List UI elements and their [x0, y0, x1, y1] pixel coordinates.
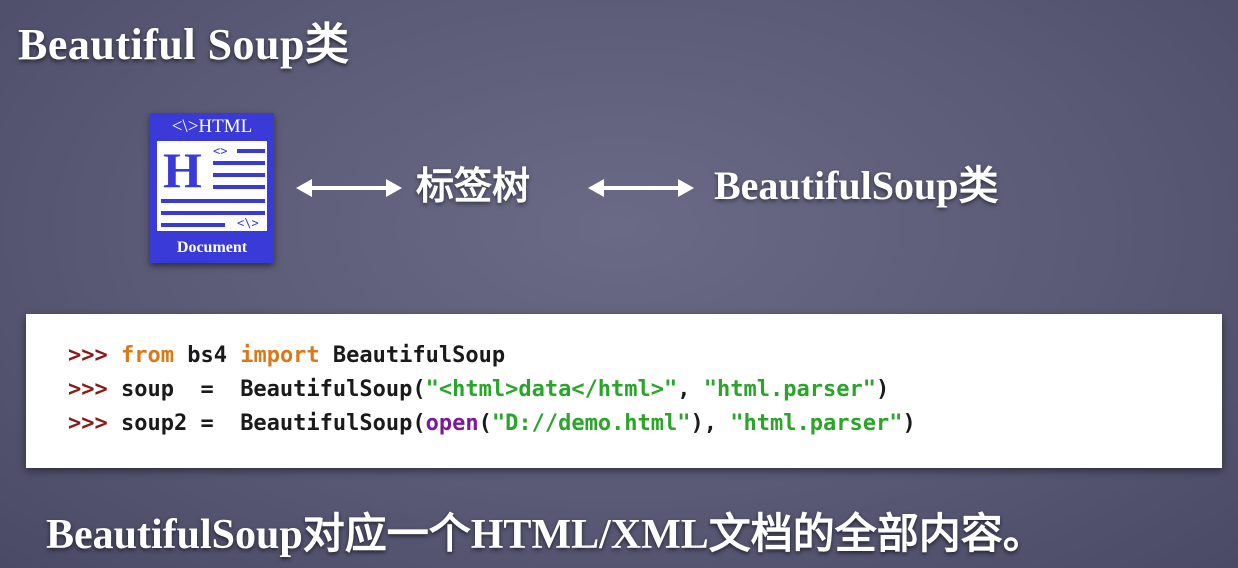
code-token: BeautifulSoup — [319, 343, 506, 368]
code-token: bs4 — [173, 343, 241, 368]
icon-line — [213, 173, 265, 177]
code-token: open — [425, 411, 479, 436]
code-token: >>> — [68, 411, 121, 436]
code-token: ), — [690, 411, 731, 436]
icon-line — [161, 199, 265, 203]
code-token: from — [120, 343, 174, 368]
slide-title: Beautiful Soup类 — [18, 20, 350, 69]
double-arrow-icon — [296, 179, 402, 197]
code-token: >>> — [68, 377, 121, 402]
icon-line — [237, 149, 265, 153]
code-token: "html.parser" — [703, 377, 876, 402]
icon-page: H <> <\> — [157, 141, 267, 231]
icon-line — [161, 211, 265, 215]
icon-header-label: <\>HTML — [171, 116, 253, 137]
code-token: ) — [875, 377, 890, 402]
icon-big-letter: H — [163, 142, 202, 198]
code-token: soup = BeautifulSoup( — [120, 377, 426, 402]
code-line-3: >>> soup2 = BeautifulSoup(open("D://demo… — [68, 408, 916, 440]
code-token: ) — [902, 411, 916, 436]
code-line-2: >>> soup = BeautifulSoup("<html>data</ht… — [68, 374, 889, 406]
code-token: >>> — [68, 343, 121, 368]
double-arrow-icon — [588, 179, 694, 197]
code-line-1: >>> from bs4 import BeautifulSoup — [68, 340, 505, 372]
icon-line — [161, 223, 225, 227]
icon-tag-top: <> — [213, 144, 228, 158]
beautifulsoup-class-label: BeautifulSoup类 — [714, 163, 999, 208]
icon-tag-bottom: <\> — [237, 216, 259, 230]
code-block: >>> from bs4 import BeautifulSoup >>> so… — [26, 314, 1222, 468]
icon-line — [213, 161, 265, 165]
html-document-icon: <\>HTML H <> <\> Document — [150, 113, 274, 263]
code-token: import — [240, 343, 320, 368]
caption-text: BeautifulSoup对应一个HTML/XML文档的全部内容。 — [46, 512, 1045, 558]
tag-tree-label: 标签树 — [416, 164, 531, 208]
code-token: "<html>data</html>" — [425, 377, 678, 402]
code-token: "html.parser" — [730, 411, 903, 436]
icon-footer-label: Document — [176, 239, 248, 256]
code-token: , — [677, 377, 704, 402]
code-token: soup2 = BeautifulSoup( — [120, 411, 426, 436]
icon-line — [213, 185, 265, 189]
code-token: "D://demo.html" — [491, 411, 691, 436]
code-token: ( — [478, 411, 492, 436]
